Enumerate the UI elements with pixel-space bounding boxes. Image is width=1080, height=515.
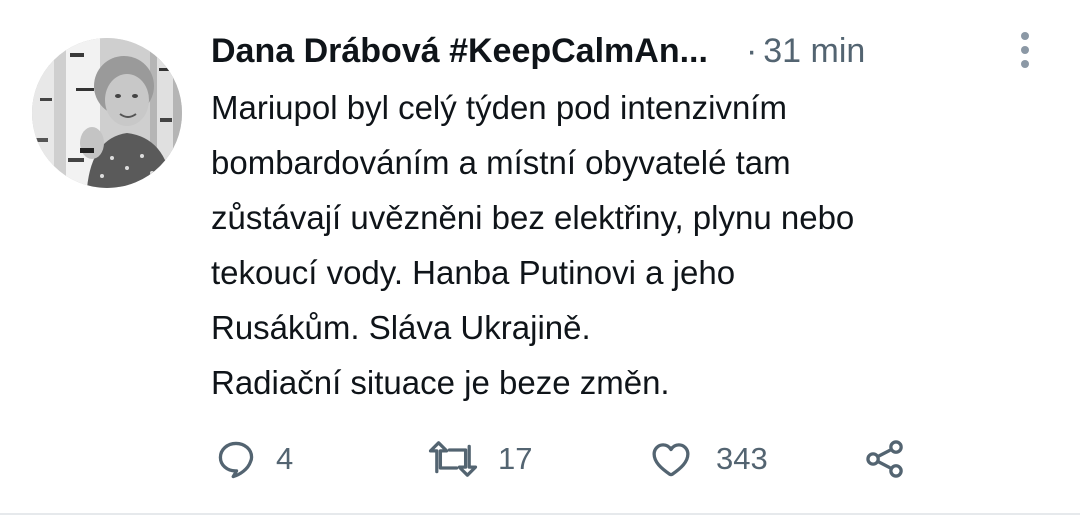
tweet-actions: 4 17 343 xyxy=(214,434,974,484)
more-options-icon[interactable] xyxy=(1014,30,1038,70)
tweet-text: Mariupol byl celý týden pod intenzivním … xyxy=(211,89,855,401)
tweet-timestamp[interactable]: 31 min xyxy=(763,32,865,71)
tweet-header: Dana Drábová #KeepCalmAn... · 31 min xyxy=(211,28,1001,74)
reply-icon xyxy=(214,437,258,481)
share-icon xyxy=(862,437,908,481)
reply-count: 4 xyxy=(276,441,294,476)
like-button[interactable]: 343 xyxy=(648,434,768,484)
retweet-count: 17 xyxy=(498,441,533,476)
profile-photo-image xyxy=(32,38,182,188)
retweet-icon xyxy=(426,437,480,481)
like-count: 343 xyxy=(716,441,768,476)
avatar[interactable] xyxy=(32,38,182,188)
author-display-name[interactable]: Dana Drábová #KeepCalmAn... xyxy=(211,32,708,71)
header-separator: · xyxy=(745,31,758,70)
tweet[interactable]: Dana Drábová #KeepCalmAn... · 31 min Mar… xyxy=(0,0,1080,515)
share-button[interactable] xyxy=(862,434,908,484)
heart-icon xyxy=(648,437,694,481)
retweet-button[interactable]: 17 xyxy=(426,434,532,484)
reply-button[interactable]: 4 xyxy=(214,434,293,484)
